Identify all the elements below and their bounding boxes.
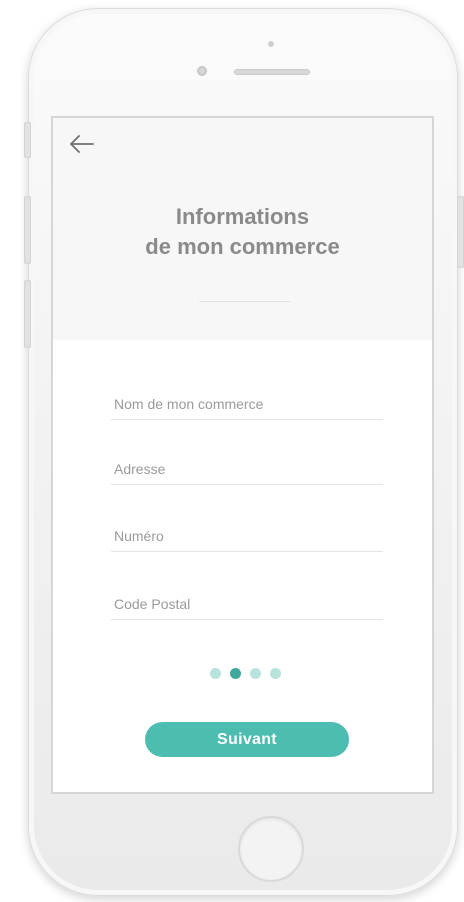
next-button[interactable]: Suivant	[145, 722, 349, 757]
step-indicator	[210, 668, 281, 680]
screen-header: Informations de mon commerce	[53, 118, 432, 340]
home-button[interactable]	[238, 816, 304, 882]
step-dot-3	[250, 668, 261, 679]
step-dot-4	[270, 668, 281, 679]
business-name-input[interactable]	[111, 389, 383, 419]
address-input[interactable]	[111, 454, 383, 484]
street-number-field	[111, 521, 383, 552]
postal-code-input[interactable]	[111, 589, 383, 619]
business-name-field	[111, 389, 383, 420]
title-divider	[199, 301, 291, 302]
postal-code-field	[111, 589, 383, 620]
app-screen: Informations de mon commerce Suivant	[51, 116, 434, 794]
proximity-sensor	[268, 41, 274, 47]
volume-up-button	[24, 196, 31, 264]
power-button	[457, 196, 464, 268]
page-title-line-1: Informations	[175, 204, 310, 229]
volume-down-button	[24, 280, 31, 348]
step-dot-2	[230, 668, 241, 679]
address-field	[111, 454, 383, 485]
step-dot-1	[210, 668, 221, 679]
arrow-left-icon	[70, 135, 94, 153]
mute-switch	[24, 122, 31, 158]
page-title: Informations de mon commerce	[53, 202, 432, 262]
street-number-input[interactable]	[111, 521, 383, 551]
front-camera	[197, 66, 207, 76]
back-button[interactable]	[67, 132, 97, 156]
page-title-line-2: de mon commerce	[145, 234, 340, 259]
earpiece-speaker	[234, 69, 310, 75]
